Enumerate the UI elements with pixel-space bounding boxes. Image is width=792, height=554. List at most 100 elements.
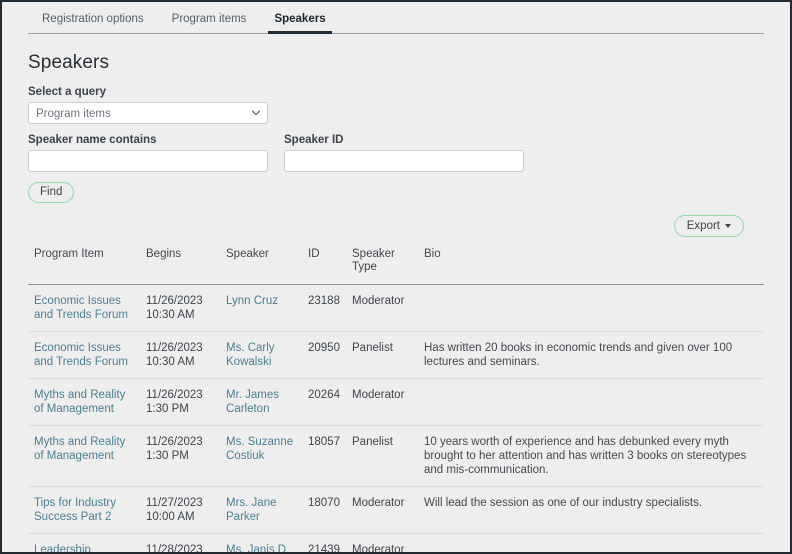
cell-speaker: Lynn Cruz xyxy=(220,284,302,332)
speaker-id-label: Speaker ID xyxy=(284,134,344,146)
cell-speaker: Ms. Suzanne Costiuk xyxy=(220,425,302,487)
cell-program-item-link[interactable]: Leadership Patterns xyxy=(34,544,91,552)
page-title: Speakers xyxy=(28,52,110,73)
cell-program-item: Economic Issues and Trends Forum xyxy=(28,284,140,332)
table-row: Leadership Patterns 11/28/2023 10:00 AM Ms… xyxy=(28,533,764,554)
table-row: Tips for Industry Success Part 2 11/27/20… xyxy=(28,486,764,534)
app-window: Registration options Program items Speaker… xyxy=(0,0,792,554)
table-header: Program Item Begins Speaker ID Speaker Type B… xyxy=(28,245,764,285)
cell-bio-text: Will lead the session as one of our indu… xyxy=(424,497,703,509)
table-toolbar: Export xyxy=(28,215,764,237)
tab-bar: Registration options Program items Speaker… xyxy=(2,2,790,34)
cell-speaker-link[interactable]: Ms. Carly Kowalski xyxy=(226,342,275,368)
speaker-id-field-block: Speaker ID xyxy=(284,134,524,172)
cell-begins: 11/26/2023 10:30 AM xyxy=(140,331,220,379)
caret-down-icon xyxy=(725,224,731,228)
cell-program-item: Myths and Reality of Management xyxy=(28,378,140,426)
table-row: Myths and Reality of Management 11/26/202… xyxy=(28,378,764,426)
cell-bio-text: Has written 20 books in economic trends … xyxy=(424,342,733,368)
cell-speaker-type: Moderator xyxy=(346,378,418,426)
cell-begins: 11/26/2023 10:30 AM xyxy=(140,284,220,332)
cell-speaker-link[interactable]: Mrs. Jane Parker xyxy=(226,497,277,523)
query-select-wrapper: Program items xyxy=(28,102,268,124)
column-header-bio: Bio xyxy=(418,245,764,285)
cell-speaker: Mr. James Carleton xyxy=(220,378,302,426)
cell-id: 20950 xyxy=(302,331,346,379)
speaker-id-input[interactable] xyxy=(284,150,524,172)
cell-id-text: 20264 xyxy=(308,389,340,401)
table-row: Economic Issues and Trends Forum 11/26/20… xyxy=(28,284,764,332)
table-header-row: Program Item Begins Speaker ID Speaker Type B… xyxy=(28,245,764,285)
cell-program-item: Tips for Industry Success Part 2 xyxy=(28,486,140,534)
cell-begins: 11/28/2023 10:00 AM xyxy=(140,533,220,554)
export-button-label: Export xyxy=(686,220,720,232)
cell-begins: 11/26/2023 1:30 PM xyxy=(140,425,220,487)
tab-program-items[interactable]: Program items xyxy=(158,8,261,34)
cell-program-item-link[interactable]: Myths and Reality of Management xyxy=(34,389,125,415)
cell-speaker-link[interactable]: Ms. Janis D. Campbell xyxy=(226,544,289,552)
filter-fields-row: Speaker name contains Speaker ID xyxy=(28,134,764,172)
cell-program-item-link[interactable]: Myths and Reality of Management xyxy=(34,436,125,462)
cell-program-item: Economic Issues and Trends Forum xyxy=(28,331,140,379)
speaker-name-field-block: Speaker name contains xyxy=(28,134,268,172)
cell-bio: 10 years worth of experience and has deb… xyxy=(418,425,764,487)
cell-speaker-link[interactable]: Ms. Suzanne Costiuk xyxy=(226,436,293,462)
tab-speakers[interactable]: Speakers xyxy=(260,8,339,34)
tab-registration-options[interactable]: Registration options xyxy=(28,8,158,34)
cell-begins-text: 11/26/2023 1:30 PM xyxy=(146,436,203,462)
cell-speaker-type: Panelist xyxy=(346,331,418,379)
cell-id-text: 23188 xyxy=(308,295,340,307)
cell-id-text: 18057 xyxy=(308,436,340,448)
column-header-program-item: Program Item xyxy=(28,245,140,285)
cell-bio: Will lead the session as one of our indu… xyxy=(418,486,764,534)
speaker-name-input[interactable] xyxy=(28,150,268,172)
cell-id: 20264 xyxy=(302,378,346,426)
cell-speaker-type-text: Moderator xyxy=(352,544,405,554)
cell-begins-text: 11/26/2023 10:30 AM xyxy=(146,342,203,368)
cell-speaker: Ms. Janis D. Campbell xyxy=(220,533,302,552)
cell-bio-text: 10 years worth of experience and has deb… xyxy=(424,436,747,476)
column-header-id: ID xyxy=(302,245,346,285)
cell-speaker-type-text: Panelist xyxy=(352,436,393,448)
cell-speaker: Mrs. Jane Parker xyxy=(220,486,302,534)
cell-speaker-type: Moderator xyxy=(346,533,418,554)
cell-speaker-type: Panelist xyxy=(346,425,418,487)
column-header-begins: Begins xyxy=(140,245,220,285)
cell-bio xyxy=(418,533,764,552)
table-body: Economic Issues and Trends Forum 11/26/20… xyxy=(28,284,764,554)
column-header-speaker: Speaker xyxy=(220,245,302,285)
cell-program-item-link[interactable]: Tips for Industry Success Part 2 xyxy=(34,497,116,523)
cell-begins: 11/26/2023 1:30 PM xyxy=(140,378,220,426)
cell-bio xyxy=(418,378,764,426)
cell-program-item-link[interactable]: Economic Issues and Trends Forum xyxy=(34,342,128,368)
cell-bio xyxy=(418,284,764,332)
cell-program-item: Myths and Reality of Management xyxy=(28,425,140,487)
cell-speaker-link[interactable]: Lynn Cruz xyxy=(226,295,278,307)
cell-id-text: 18070 xyxy=(308,497,340,509)
cell-id: 23188 xyxy=(302,284,346,332)
cell-begins-text: 11/27/2023 10:00 AM xyxy=(146,497,203,523)
column-header-speaker-type: Speaker Type xyxy=(346,245,418,285)
cell-id: 21439 xyxy=(302,533,346,554)
cell-speaker-type-text: Moderator xyxy=(352,497,405,509)
cell-speaker-link[interactable]: Mr. James Carleton xyxy=(226,389,279,415)
cell-speaker: Ms. Carly Kowalski xyxy=(220,331,302,379)
cell-id: 18070 xyxy=(302,486,346,534)
cell-program-item-link[interactable]: Economic Issues and Trends Forum xyxy=(34,295,128,321)
speakers-table: Program Item Begins Speaker ID Speaker Type B… xyxy=(28,245,764,554)
cell-speaker-type-text: Moderator xyxy=(352,389,405,401)
cell-id-text: 20950 xyxy=(308,342,340,354)
query-select[interactable]: Program items xyxy=(28,102,268,124)
cell-begins-text: 11/28/2023 10:00 AM xyxy=(146,544,203,554)
find-button[interactable]: Find xyxy=(28,182,75,203)
cell-speaker-type-text: Moderator xyxy=(352,295,405,307)
speaker-name-label: Speaker name contains xyxy=(28,134,157,146)
cell-id: 18057 xyxy=(302,425,346,487)
cell-id-text: 21439 xyxy=(308,544,340,554)
cell-speaker-type-text: Panelist xyxy=(352,342,393,354)
main-content: Speakers Select a query Program items Sp… xyxy=(2,34,790,554)
cell-bio: Has written 20 books in economic trends … xyxy=(418,331,764,379)
cell-begins-text: 11/26/2023 1:30 PM xyxy=(146,389,203,415)
cell-begins-text: 11/26/2023 10:30 AM xyxy=(146,295,203,321)
export-button[interactable]: Export xyxy=(673,215,744,237)
